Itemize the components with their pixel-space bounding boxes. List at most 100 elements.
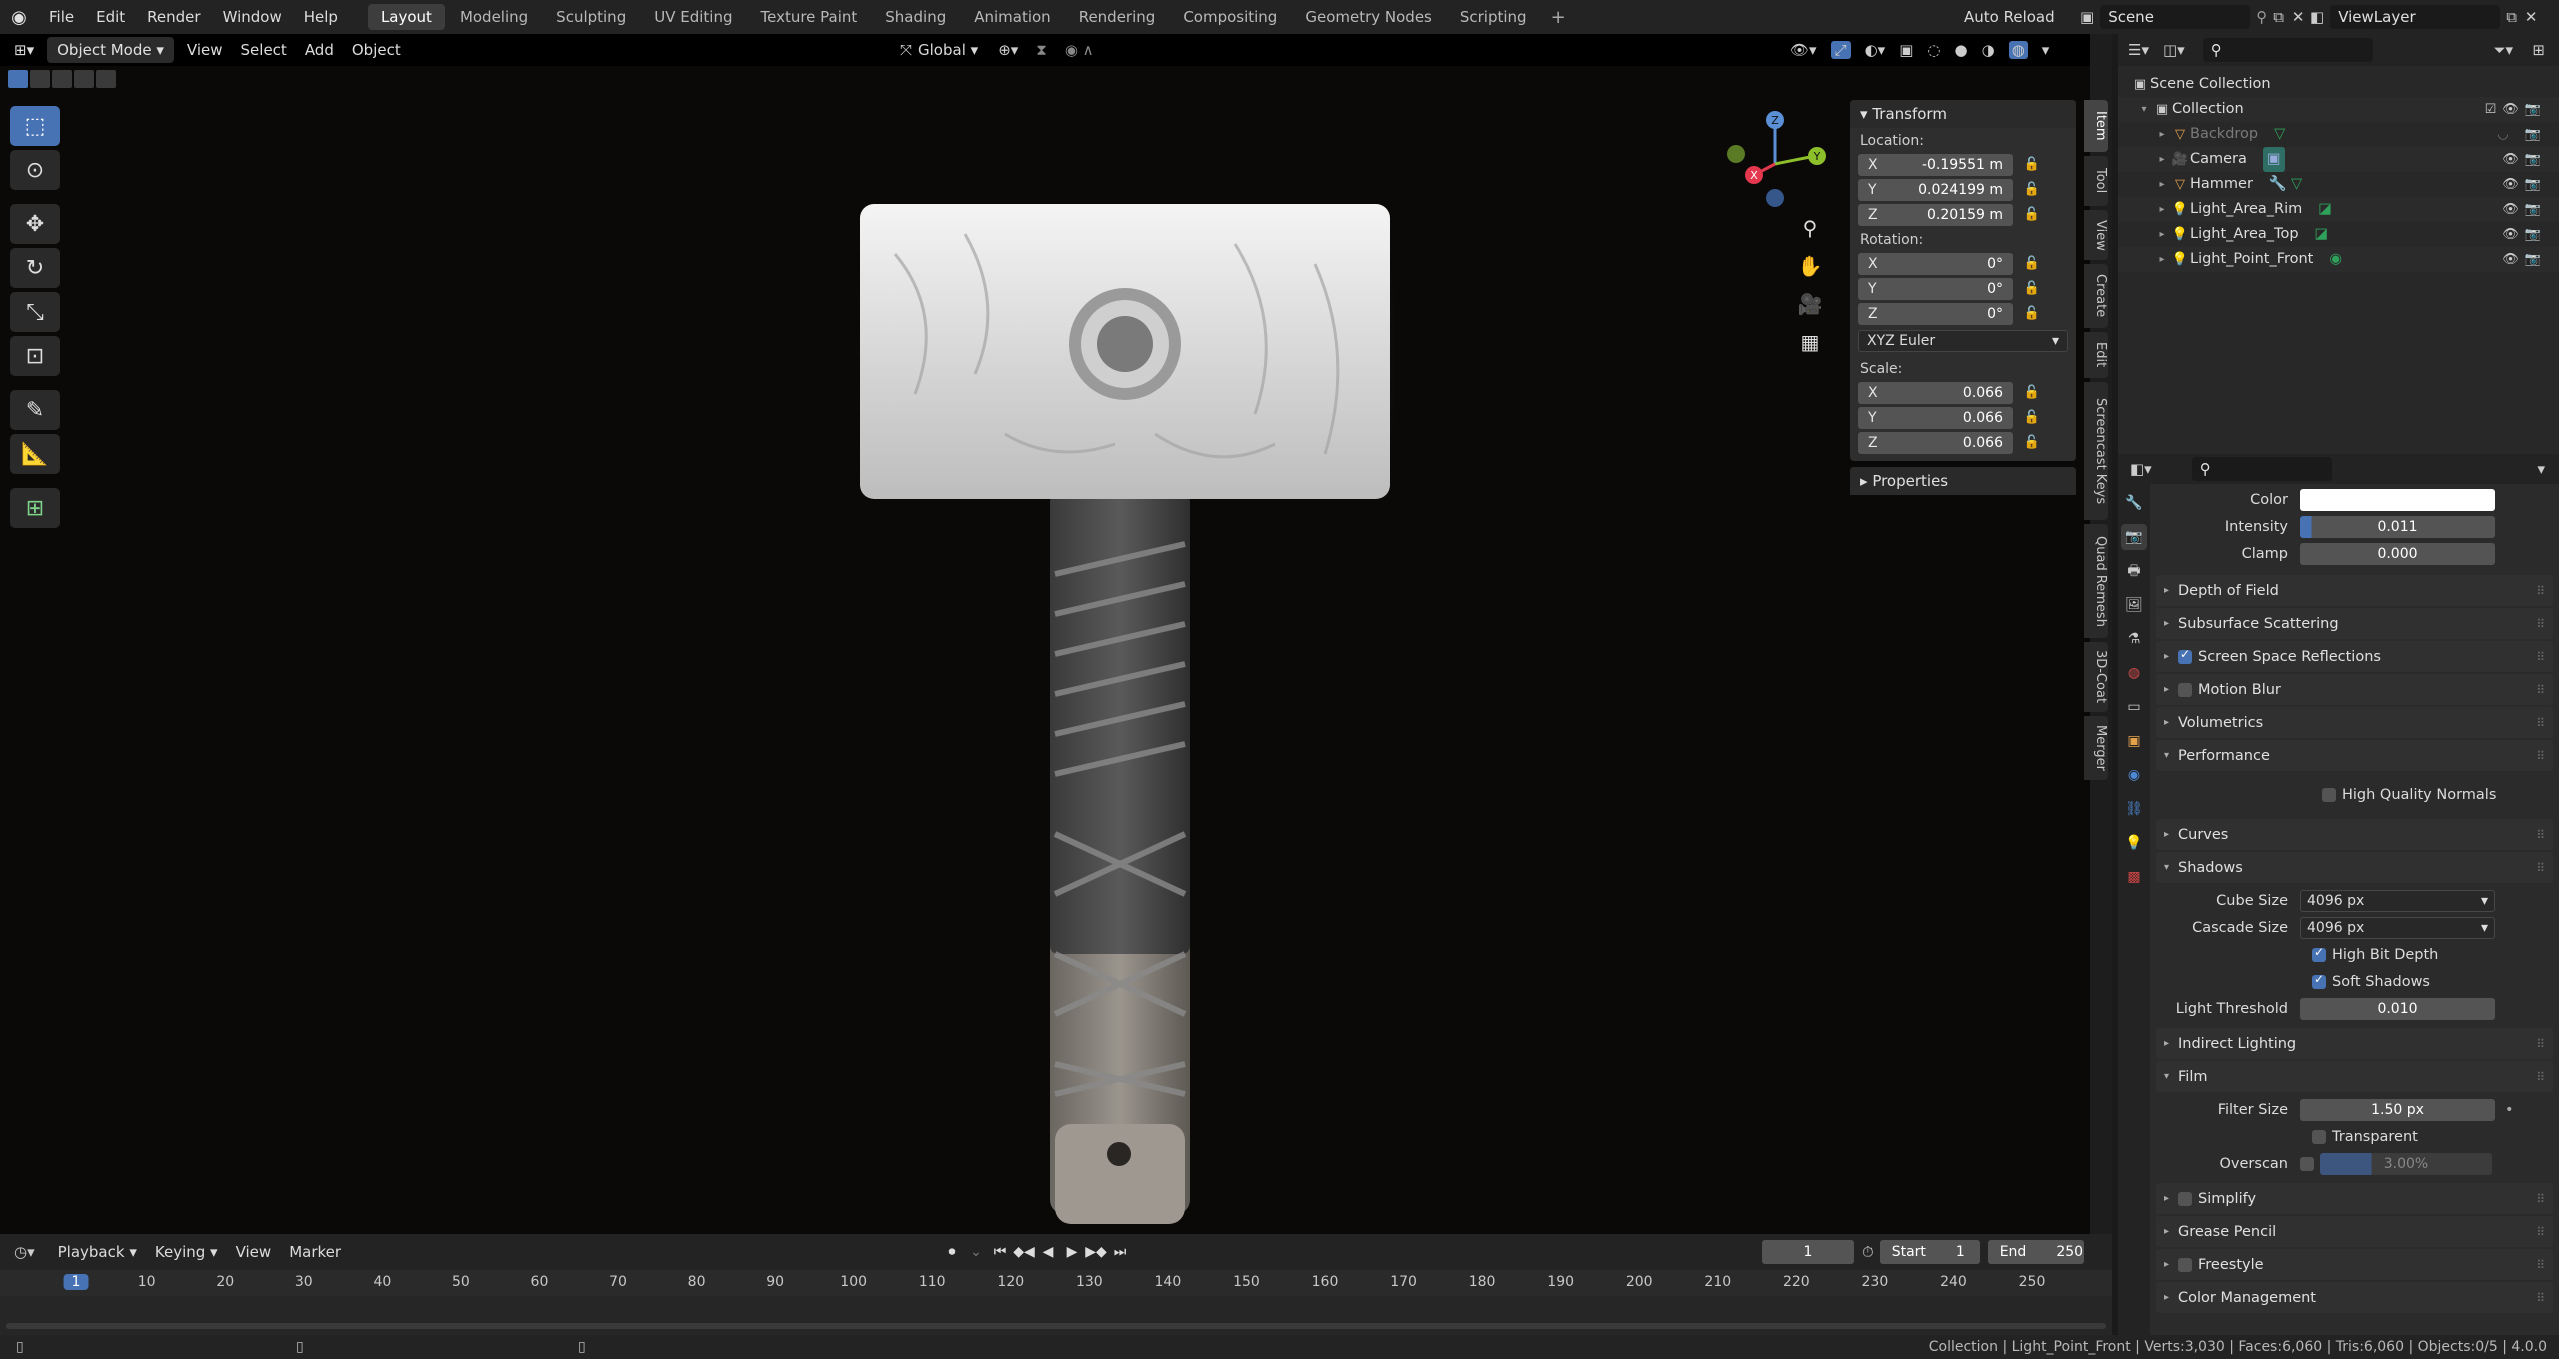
- cube-size-dropdown[interactable]: 4096 px ▾: [2300, 889, 2495, 912]
- pivot-icon[interactable]: ⊕▾: [998, 41, 1018, 59]
- section-depth-of-field[interactable]: ▸ Depth of Field ⠿: [2156, 575, 2553, 606]
- cursor-tool-icon[interactable]: ⊙: [10, 150, 60, 190]
- outliner-scene-collection[interactable]: ▣ Scene Collection: [2118, 72, 2559, 97]
- outliner-item-backdrop[interactable]: ▸ ▽ Backdrop ▽ ◡ 📷: [2118, 122, 2559, 147]
- scene-tab-icon[interactable]: ⚗: [2121, 626, 2147, 652]
- menu-file[interactable]: File: [38, 0, 85, 34]
- section-subsurface-scattering[interactable]: ▸ Subsurface Scattering ⠿: [2156, 608, 2553, 639]
- timeline-ruler[interactable]: 1 10 20 30 40 50 60 70 80 90 100 110 120 130 140 150 160…: [0, 1270, 2112, 1335]
- perspective-toggle-icon[interactable]: ▦: [1796, 328, 1824, 356]
- high-bit-depth-checkbox[interactable]: [2312, 945, 2326, 962]
- overscan-checkbox[interactable]: [2300, 1156, 2314, 1171]
- lock-icon[interactable]: 🔓: [2021, 410, 2043, 425]
- section-indirect-lighting[interactable]: ▸ Indirect Lighting ⠿: [2156, 1028, 2553, 1059]
- scene-field[interactable]: Scene: [2100, 5, 2251, 29]
- menu-object[interactable]: Object: [343, 36, 410, 64]
- scale-y-field[interactable]: Y 0.066: [1858, 406, 2013, 429]
- tab-layout[interactable]: Layout: [367, 4, 445, 30]
- disclosure-icon[interactable]: ▸: [2154, 172, 2170, 197]
- constraints-tab-icon[interactable]: ⛓: [2121, 796, 2147, 822]
- xray-icon[interactable]: ▣: [1899, 41, 1913, 59]
- shading-material-icon[interactable]: ◑: [1982, 41, 1995, 59]
- section-shadows[interactable]: ▾ Shadows ⠿: [2156, 852, 2553, 883]
- keyframe-dot-icon[interactable]: •: [2505, 1102, 2514, 1118]
- properties-search-input[interactable]: ⚲: [2191, 457, 2332, 481]
- outliner-item-light-point-front[interactable]: ▸ 💡 Light_Point_Front ◉ 👁📷: [2118, 247, 2559, 272]
- outliner-editor-icon[interactable]: ☰▾: [2128, 41, 2149, 59]
- lock-icon[interactable]: 🔓: [2021, 157, 2043, 172]
- tab-geometry-nodes[interactable]: Geometry Nodes: [1292, 4, 1445, 30]
- high-quality-normals-checkbox[interactable]: [2322, 788, 2336, 802]
- shading-rendered-icon[interactable]: ◍: [2008, 41, 2028, 59]
- tab-3d-coat[interactable]: 3D-Coat: [2084, 642, 2108, 712]
- lock-icon[interactable]: 🔓: [2021, 435, 2043, 450]
- section-motion-blur[interactable]: ▸ Motion Blur ⠿: [2156, 674, 2553, 705]
- tab-modeling[interactable]: Modeling: [447, 4, 541, 30]
- view-layer-field[interactable]: ViewLayer: [2330, 5, 2501, 29]
- visibility-toggles-icon[interactable]: 👁📷: [2502, 197, 2547, 222]
- select-extend-icon[interactable]: [30, 70, 50, 88]
- blender-logo-icon[interactable]: ◉: [0, 0, 38, 34]
- tab-animation[interactable]: Animation: [961, 4, 1063, 30]
- select-subtract-icon[interactable]: [52, 70, 72, 88]
- camera-view-icon[interactable]: 🎥: [1796, 290, 1824, 318]
- orientation-dropdown[interactable]: Global ▾: [918, 41, 978, 59]
- disclosure-icon[interactable]: ▸: [2154, 122, 2170, 147]
- add-workspace-icon[interactable]: +: [1541, 7, 1576, 28]
- collection-tab-icon[interactable]: ▭: [2121, 694, 2147, 720]
- high-bit-depth-row[interactable]: High Bit Depth: [2150, 941, 2559, 968]
- object-tab-icon[interactable]: ▣: [2121, 728, 2147, 754]
- select-new-icon[interactable]: [8, 70, 28, 88]
- tab-uv-editing[interactable]: UV Editing: [641, 4, 745, 30]
- rotation-y-field[interactable]: Y 0°: [1858, 277, 2013, 300]
- outliner-collection[interactable]: ▾ ▣ Collection ☑👁📷: [2118, 97, 2559, 122]
- light-threshold-field[interactable]: 0.010: [2300, 997, 2495, 1020]
- select-box-tool-icon[interactable]: ⬚: [10, 106, 60, 146]
- lock-icon[interactable]: 🔓: [2021, 306, 2043, 321]
- visibility-toggles-icon[interactable]: ☑👁📷: [2485, 97, 2547, 122]
- section-freestyle[interactable]: ▸ Freestyle ⠿: [2156, 1249, 2553, 1280]
- properties-options-icon[interactable]: ▾: [2537, 460, 2545, 478]
- display-mode-icon[interactable]: ◫▾: [2163, 41, 2185, 59]
- scale-x-field[interactable]: X 0.066: [1858, 381, 2013, 404]
- section-film[interactable]: ▾ Film ⠿: [2156, 1061, 2553, 1092]
- outliner-search-input[interactable]: ⚲: [2202, 38, 2373, 62]
- clamp-field[interactable]: 0.000: [2300, 542, 2495, 565]
- visibility-toggles-icon[interactable]: ◡ 📷: [2497, 122, 2547, 147]
- menu-keying[interactable]: Keying ▾: [146, 1238, 227, 1266]
- timeline-scrollbar[interactable]: [6, 1323, 2106, 1329]
- jump-end-icon[interactable]: ⏭: [1108, 1244, 1132, 1260]
- 3d-viewport[interactable]: ⬚ ⊙ ✥ ↻ ⤡ ⊡ ✎ 📐 ⊞ Z Y X ⚲ ✋ 🎥 ▦ ▾ Transf…: [0, 66, 2090, 1234]
- tab-quad-remesh[interactable]: Quad Remesh: [2084, 524, 2108, 638]
- end-frame-field[interactable]: End 250: [1987, 1240, 2084, 1264]
- current-frame-field[interactable]: 1: [1762, 1240, 1854, 1264]
- menu-render[interactable]: Render: [136, 0, 211, 34]
- tab-sculpting[interactable]: Sculpting: [543, 4, 639, 30]
- play-icon[interactable]: ▶: [1060, 1244, 1084, 1260]
- record-icon[interactable]: ⏺: [940, 1244, 964, 1260]
- snap-icon[interactable]: ⧗: [1036, 41, 1047, 59]
- overlay-icon[interactable]: ◐▾: [1865, 41, 1886, 59]
- menu-playback[interactable]: Playback ▾: [49, 1238, 146, 1266]
- auto-reload-label[interactable]: Auto Reload: [1964, 0, 2055, 34]
- section-color-management[interactable]: ▸ Color Management ⠿: [2156, 1282, 2553, 1313]
- lock-icon[interactable]: 🔓: [2021, 385, 2043, 400]
- freestyle-checkbox[interactable]: [2178, 1257, 2192, 1272]
- simplify-checkbox[interactable]: [2178, 1191, 2192, 1206]
- output-tab-icon[interactable]: 🖶: [2121, 558, 2147, 584]
- zoom-icon[interactable]: ⚲: [1796, 214, 1824, 242]
- shading-solid-icon[interactable]: ●: [1955, 41, 1968, 59]
- jump-start-icon[interactable]: ⏮: [988, 1244, 1012, 1260]
- transform-tool-icon[interactable]: ⊡: [10, 336, 60, 376]
- pan-hand-icon[interactable]: ✋: [1796, 252, 1824, 280]
- outliner-item-hammer[interactable]: ▸ ▽ Hammer 🔧 ▽ 👁📷: [2118, 172, 2559, 197]
- tab-view[interactable]: View: [2084, 210, 2108, 260]
- proportional-icon[interactable]: ◉ ∧: [1065, 41, 1094, 59]
- menu-marker[interactable]: Marker: [280, 1238, 350, 1266]
- new-view-layer-icon[interactable]: ⧉: [2506, 8, 2517, 26]
- start-frame-field[interactable]: Start 1: [1879, 1240, 1980, 1264]
- filter-size-field[interactable]: 1.50 px: [2300, 1098, 2495, 1121]
- ssr-checkbox[interactable]: [2178, 647, 2192, 664]
- disclosure-icon[interactable]: ▸: [2154, 147, 2170, 172]
- location-x-field[interactable]: X -0.19551 m: [1858, 153, 2013, 176]
